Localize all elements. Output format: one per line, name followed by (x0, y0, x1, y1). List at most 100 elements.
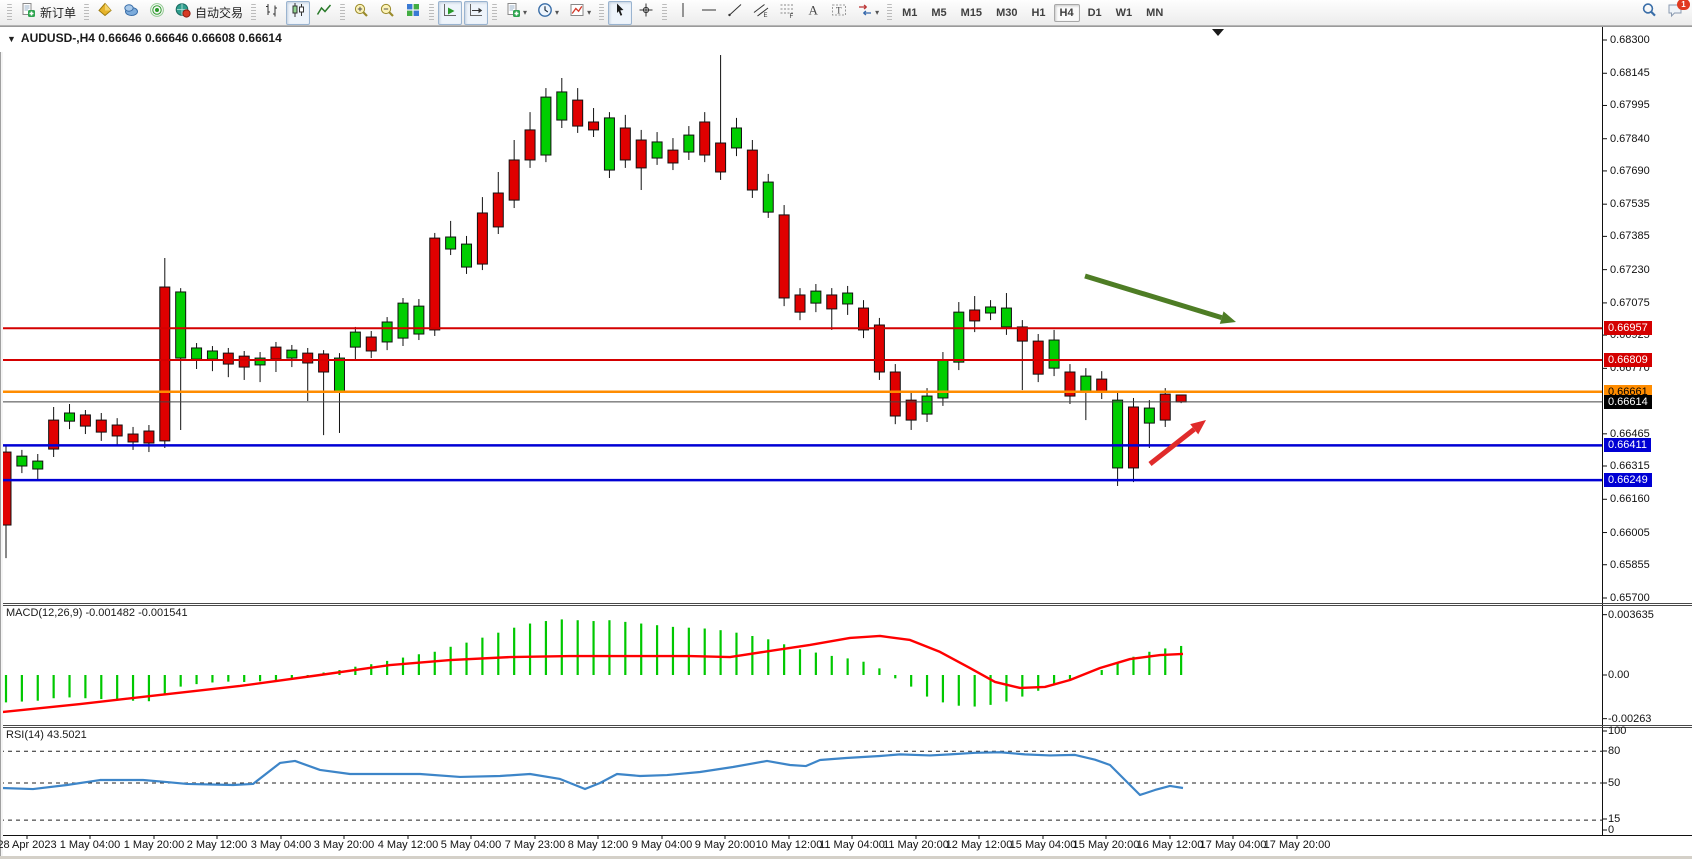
time-axis-label[interactable]: 7 May 23:00 (505, 839, 566, 851)
time-axis-label[interactable]: 1 May 20:00 (124, 839, 185, 851)
auto-scroll-button[interactable] (438, 1, 462, 25)
autotrade-button[interactable]: 自动交易 (171, 1, 247, 25)
time-axis-label[interactable]: 17 May 04:00 (1200, 839, 1267, 851)
indicators-dropdown-icon[interactable]: ▾ (523, 8, 527, 17)
crayon-button[interactable] (93, 1, 117, 25)
search-button[interactable] (1637, 1, 1661, 25)
candles-button[interactable] (286, 1, 310, 25)
terminal-button[interactable] (119, 1, 143, 25)
crosshair-button[interactable] (634, 1, 658, 25)
rsi-axis-tick[interactable]: 80 (1608, 745, 1620, 757)
chart-canvas[interactable] (0, 26, 1692, 859)
zoom-out-button[interactable] (375, 1, 399, 25)
autotrade-icon (175, 2, 191, 23)
time-axis-label[interactable]: 11 May 04:00 (819, 839, 885, 851)
search-icon (1641, 2, 1657, 23)
toolbar-grip[interactable] (251, 4, 256, 22)
text-button[interactable]: A (801, 1, 825, 25)
timeframe-m1-button[interactable]: M1 (896, 4, 923, 22)
chevron-down-icon[interactable]: ▼ (7, 34, 16, 44)
toolbar-grip[interactable] (429, 4, 434, 22)
horizontal-line-icon (701, 2, 717, 23)
price-axis-tick[interactable]: 0.65700 (1610, 592, 1650, 604)
timeframe-m30-button[interactable]: M30 (990, 4, 1023, 22)
time-axis-label[interactable]: 15 May 04:00 (1010, 839, 1077, 851)
price-axis-tick[interactable]: 0.67840 (1610, 133, 1650, 145)
fibonacci-button[interactable]: F (775, 1, 799, 25)
arrows-shapes-dropdown-icon[interactable]: ▾ (875, 8, 879, 17)
time-axis-label[interactable]: 5 May 04:00 (441, 839, 502, 851)
time-axis-label[interactable]: 10 May 12:00 (756, 839, 823, 851)
text-label-button[interactable]: T (827, 1, 851, 25)
time-axis-label[interactable]: 9 May 20:00 (695, 839, 756, 851)
price-axis-tick[interactable]: 0.65855 (1610, 559, 1650, 571)
price-axis-tick[interactable]: 0.67995 (1610, 99, 1650, 111)
toolbar-grip[interactable] (492, 4, 497, 22)
templates-dropdown-icon[interactable]: ▾ (587, 8, 591, 17)
arrows-shapes-button[interactable]: ▾ (853, 1, 883, 25)
time-axis-label[interactable]: 28 Apr 2023 (0, 839, 57, 851)
macd-axis-tick[interactable]: 0.00 (1608, 669, 1629, 681)
price-axis-tick[interactable]: 0.66160 (1610, 493, 1650, 505)
time-axis-label[interactable]: 9 May 04:00 (632, 839, 693, 851)
chart-shift-button[interactable] (464, 1, 488, 25)
timeframe-m15-button[interactable]: M15 (955, 4, 988, 22)
timeframe-d1-button[interactable]: D1 (1082, 4, 1108, 22)
price-axis-tick[interactable]: 0.66315 (1610, 460, 1650, 472)
time-axis-label[interactable]: 16 May 12:00 (1137, 839, 1204, 851)
indicators-button[interactable]: ▾ (501, 1, 531, 25)
toolbar-grip[interactable] (887, 4, 892, 22)
zoom-in-button[interactable] (349, 1, 373, 25)
tile-windows-button[interactable] (401, 1, 425, 25)
time-axis-label[interactable]: 1 May 04:00 (60, 839, 121, 851)
new-order-button[interactable]: 新订单 (16, 1, 80, 25)
timeframe-h4-button[interactable]: H4 (1054, 4, 1080, 22)
price-axis-tick[interactable]: 0.67535 (1610, 198, 1650, 210)
toolbar-grip[interactable] (599, 4, 604, 22)
periods-button[interactable]: ▾ (533, 1, 563, 25)
timeframe-w1-button[interactable]: W1 (1110, 4, 1139, 22)
time-axis-label[interactable]: 2 May 12:00 (187, 839, 248, 851)
timeframe-h1-button[interactable]: H1 (1025, 4, 1051, 22)
rsi-axis-tick[interactable]: 100 (1608, 725, 1626, 737)
time-axis-label[interactable]: 8 May 12:00 (568, 839, 629, 851)
signal-button[interactable] (145, 1, 169, 25)
price-axis-tick[interactable]: 0.67690 (1610, 165, 1650, 177)
price-axis-tick[interactable]: 0.67230 (1610, 264, 1650, 276)
bar-ohlc-button[interactable] (260, 1, 284, 25)
time-axis-label[interactable]: 15 May 20:00 (1073, 839, 1140, 851)
timeframe-mn-button[interactable]: MN (1140, 4, 1169, 22)
time-axis-label[interactable]: 4 May 12:00 (378, 839, 439, 851)
price-axis-tick[interactable]: 0.67385 (1610, 230, 1650, 242)
toolbar-grip[interactable] (84, 4, 89, 22)
toolbar-grip[interactable] (7, 4, 12, 22)
templates-button[interactable]: ▾ (565, 1, 595, 25)
rsi-axis-tick[interactable]: 50 (1608, 777, 1620, 789)
price-axis-tick[interactable]: 0.68300 (1610, 34, 1650, 46)
rsi-axis-tick[interactable]: 0 (1608, 824, 1614, 836)
price-axis-tick[interactable]: 0.67075 (1610, 297, 1650, 309)
periods-dropdown-icon[interactable]: ▾ (555, 8, 559, 17)
time-axis-label[interactable]: 17 May 20:00 (1264, 839, 1331, 851)
price-tag-0.66614: 0.66614 (1604, 395, 1652, 409)
macd-axis-tick[interactable]: -0.00263 (1608, 713, 1651, 725)
cursor-button[interactable] (608, 1, 632, 25)
vertical-line-button[interactable] (671, 1, 695, 25)
toolbar-grip[interactable] (340, 4, 345, 22)
toolbar-grip[interactable] (662, 4, 667, 22)
trendline-button[interactable] (723, 1, 747, 25)
macd-axis-tick[interactable]: 0.003635 (1608, 609, 1654, 621)
downtrend-arrow[interactable] (1085, 276, 1222, 318)
chat-button[interactable]: 1 (1663, 1, 1687, 25)
horizontal-line-button[interactable] (697, 1, 721, 25)
time-axis-label[interactable]: 3 May 20:00 (314, 839, 375, 851)
candles-layer (1, 55, 1186, 558)
price-axis-tick[interactable]: 0.68145 (1610, 67, 1650, 79)
line-chart-button[interactable] (312, 1, 336, 25)
time-axis-label[interactable]: 12 May 12:00 (946, 839, 1013, 851)
time-axis-label[interactable]: 3 May 04:00 (251, 839, 312, 851)
equidistant-channel-button[interactable]: E (749, 1, 773, 25)
time-axis-label[interactable]: 11 May 20:00 (883, 839, 949, 851)
price-axis-tick[interactable]: 0.66005 (1610, 527, 1650, 539)
timeframe-m5-button[interactable]: M5 (925, 4, 952, 22)
